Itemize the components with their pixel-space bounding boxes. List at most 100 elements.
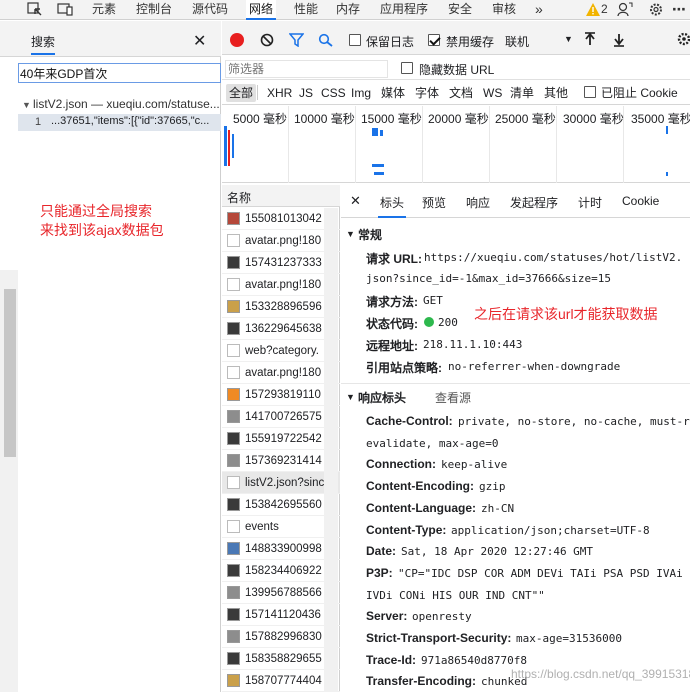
tab-memory[interactable]: 内存 [336, 0, 360, 20]
tab-response[interactable]: 响应 [466, 194, 490, 210]
import-har-icon[interactable] [583, 32, 597, 47]
request-row[interactable]: 157293819110 [222, 384, 340, 406]
type-media[interactable]: 媒体 [378, 84, 408, 102]
request-row[interactable]: 157882996830 [222, 626, 340, 648]
tab-timing[interactable]: 计时 [578, 194, 602, 210]
response-header-value: application/json;charset=UTF-8 [451, 523, 650, 537]
type-manifest[interactable]: 清单 [507, 84, 537, 102]
response-header-name: Connection: [366, 457, 436, 472]
timeline-gridline [489, 106, 490, 183]
type-css[interactable]: CSS [318, 84, 349, 102]
throttle-dropdown-icon[interactable]: ▼ [564, 34, 573, 44]
expand-result-icon[interactable]: ▼ [22, 100, 31, 110]
tab-application[interactable]: 应用程序 [380, 0, 428, 20]
request-row[interactable]: 157431237333 [222, 252, 340, 274]
response-headers-title[interactable]: 响应标头 [358, 389, 406, 406]
inspect-element-icon[interactable] [27, 2, 43, 17]
warning-icon[interactable] [585, 2, 601, 17]
type-js[interactable]: JS [296, 84, 316, 102]
search-icon[interactable] [318, 33, 333, 47]
search-scrollbar-thumb[interactable] [4, 289, 16, 457]
request-row[interactable]: avatar.png!180 [222, 230, 340, 252]
filter-icon[interactable] [289, 33, 304, 47]
hide-data-url-checkbox[interactable] [401, 62, 413, 74]
general-section-title[interactable]: 常规 [358, 226, 382, 243]
request-row[interactable]: avatar.png!180 [222, 274, 340, 296]
device-toolbar-icon[interactable] [57, 2, 73, 17]
request-row[interactable]: 139956788566 [222, 582, 340, 604]
request-row[interactable]: 148833900998 [222, 538, 340, 560]
export-har-icon[interactable] [612, 32, 626, 47]
tab-headers[interactable]: 标头 [378, 194, 407, 218]
tab-security[interactable]: 安全 [448, 0, 472, 20]
request-row[interactable]: avatar.png!180 [222, 362, 340, 384]
request-list-scrollbar[interactable] [324, 208, 338, 692]
document-file-icon [227, 366, 240, 379]
network-settings-icon[interactable] [676, 31, 690, 47]
tab-network[interactable]: 网络 [246, 0, 277, 20]
request-row[interactable]: 157141120436 [222, 604, 340, 626]
search-input[interactable] [18, 63, 221, 83]
response-header-name: Content-Type: [366, 522, 447, 537]
response-header-value: Sat, 18 Apr 2020 12:27:46 GMT [401, 545, 594, 559]
type-ws[interactable]: WS [480, 84, 505, 102]
tab-audits[interactable]: 审核 [492, 0, 516, 20]
request-row[interactable]: 136229645638 [222, 318, 340, 340]
tab-initiator[interactable]: 发起程序 [510, 194, 558, 210]
preserve-log-checkbox[interactable] [349, 34, 361, 46]
request-row[interactable]: 158707774404 [222, 670, 340, 692]
general-collapse-icon[interactable]: ▼ [346, 229, 355, 239]
search-result-file[interactable]: listV2.json — xueqiu.com/statuse... [33, 97, 221, 111]
response-header-name: Strict-Transport-Security: [366, 631, 512, 645]
request-row[interactable]: 158234406922 [222, 560, 340, 582]
close-detail-icon[interactable]: ✕ [350, 193, 361, 209]
request-row[interactable]: 155919722542 [222, 428, 340, 450]
record-icon[interactable] [230, 33, 244, 47]
request-row[interactable]: 153842695560 [222, 494, 340, 516]
timeline-activity-bar [374, 172, 384, 175]
request-detail-tabs: ✕ 标头 预览 响应 发起程序 计时 Cookie [341, 185, 690, 218]
request-row[interactable]: 141700726575 [222, 406, 340, 428]
timeline-tick: 20000 毫秒 [428, 112, 489, 126]
response-headers-collapse-icon[interactable]: ▼ [346, 392, 355, 402]
left-annotation-line2: 来找到该ajax数据包 [40, 222, 164, 238]
request-row[interactable]: listV2.json?sinc [222, 472, 340, 494]
request-list-header[interactable]: 名称 [222, 185, 340, 207]
type-all[interactable]: 全部 [226, 84, 257, 102]
disable-cache-checkbox[interactable] [428, 34, 440, 46]
filter-input[interactable] [225, 60, 388, 78]
settings-gear-icon[interactable] [648, 2, 664, 17]
type-xhr[interactable]: XHR [264, 84, 295, 102]
request-row[interactable]: events [222, 516, 340, 538]
tab-cookies[interactable]: Cookie [622, 194, 659, 210]
view-source-link[interactable]: 查看源 [435, 389, 471, 406]
request-row[interactable]: 158358829655 [222, 648, 340, 670]
more-options-icon[interactable]: ⋯ [672, 0, 686, 20]
request-row[interactable]: 153328896596 [222, 296, 340, 318]
request-row[interactable]: 155081013042 [222, 208, 340, 230]
blocked-cookies-checkbox[interactable] [584, 86, 596, 98]
timeline-tick: 25000 毫秒 [495, 112, 556, 126]
clear-icon[interactable] [260, 33, 274, 47]
tab-preview[interactable]: 预览 [422, 194, 446, 210]
tab-console[interactable]: 控制台 [136, 0, 172, 20]
request-name: web?category. [245, 345, 319, 357]
tab-elements[interactable]: 元素 [92, 0, 116, 20]
request-row[interactable]: 157369231414 [222, 450, 340, 472]
tab-performance[interactable]: 性能 [294, 0, 318, 20]
type-font[interactable]: 字体 [412, 84, 442, 102]
type-doc[interactable]: 文档 [446, 84, 476, 102]
response-header-name: Transfer-Encoding: [366, 674, 477, 689]
feedback-icon[interactable] [617, 2, 633, 17]
network-overview-timeline[interactable]: 5000 毫秒 10000 毫秒 15000 毫秒 20000 毫秒 25000… [222, 106, 690, 183]
search-panel-title[interactable]: 搜索 [31, 33, 56, 55]
type-img[interactable]: Img [348, 84, 374, 102]
request-row[interactable]: web?category. [222, 340, 340, 362]
more-tabs-button[interactable]: » [535, 0, 543, 20]
tab-sources[interactable]: 源代码 [192, 0, 228, 20]
throttle-select[interactable]: 联机 [505, 33, 529, 50]
section-divider [341, 383, 690, 384]
close-search-icon[interactable]: ✕ [193, 31, 206, 51]
type-other[interactable]: 其他 [541, 84, 571, 102]
request-name: avatar.png!180 [245, 235, 322, 247]
